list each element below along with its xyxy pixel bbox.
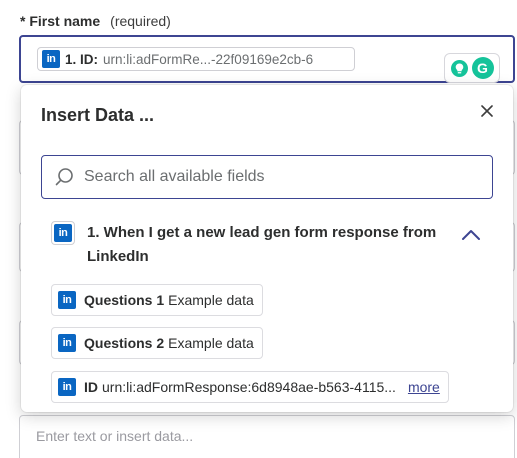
item-value: Example data	[168, 292, 254, 308]
linkedin-icon: in	[58, 334, 76, 352]
popover-title: Insert Data ...	[41, 105, 155, 125]
step-header[interactable]: in 1. When I get a new lead gen form res…	[51, 221, 481, 269]
data-item-id[interactable]: in ID urn:li:adFormResponse:6d8948ae-b56…	[51, 371, 449, 403]
field-name: * First name	[20, 13, 101, 29]
search-field[interactable]	[41, 155, 493, 199]
chevron-up-icon[interactable]	[461, 229, 481, 241]
data-item-questions-2[interactable]: in Questions 2 Example data	[51, 327, 263, 359]
data-pill[interactable]: in 1. ID: urn:li:adFormRe...-22f09169e2c…	[37, 47, 355, 71]
close-icon[interactable]	[481, 105, 493, 117]
data-item-questions-1[interactable]: in Questions 1 Example data	[51, 284, 263, 316]
item-key: Questions 2	[84, 335, 165, 351]
page: * First name (required) in 1. ID: urn:li…	[0, 0, 517, 458]
field-label: * First name (required)	[20, 12, 171, 30]
pill-label: 1. ID:	[65, 51, 99, 67]
app-icon: in	[51, 221, 75, 245]
linkedin-icon: in	[58, 291, 76, 309]
search-input[interactable]	[84, 168, 492, 186]
more-link[interactable]: more	[408, 379, 440, 395]
close-button[interactable]	[479, 103, 495, 119]
item-value: urn:li:adFormResponse:6d8948ae-b563-4115…	[102, 379, 396, 395]
first-name-input[interactable]: in 1. ID: urn:li:adFormRe...-22f09169e2c…	[19, 35, 515, 83]
required-hint: (required)	[110, 13, 171, 29]
insert-data-popover: Insert Data ... in 1. When I get a new l…	[21, 85, 513, 412]
linkedin-icon: in	[54, 224, 72, 242]
linkedin-icon: in	[58, 378, 76, 396]
grammarly-widget[interactable]: G	[444, 53, 500, 83]
step-title: 1. When I get a new lead gen form respon…	[87, 224, 437, 265]
background-field-placeholder: Enter text or insert data...	[36, 428, 194, 444]
search-icon	[55, 168, 73, 186]
pill-value: urn:li:adFormRe...-22f09169e2cb-6	[103, 51, 314, 67]
lightbulb-icon[interactable]	[450, 59, 468, 77]
item-key: Questions 1	[84, 292, 165, 308]
linkedin-icon: in	[42, 50, 60, 68]
item-value: Example data	[168, 335, 254, 351]
grammarly-icon[interactable]: G	[471, 57, 494, 79]
item-key: ID	[84, 379, 98, 395]
